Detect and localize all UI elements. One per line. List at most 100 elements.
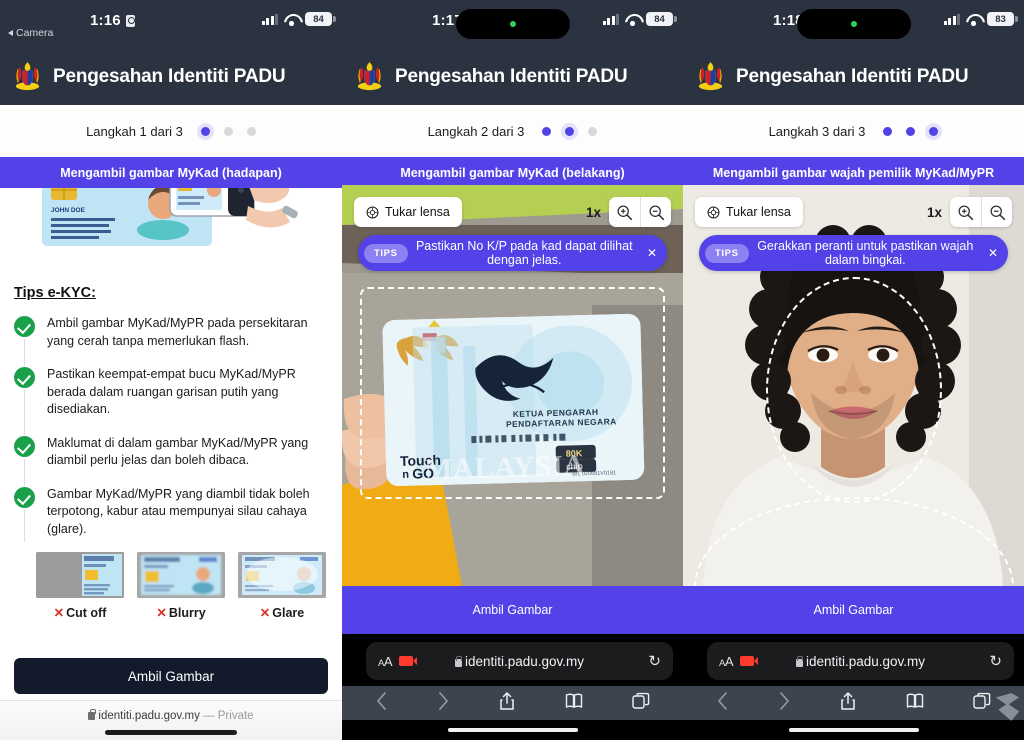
- share-icon[interactable]: [840, 691, 856, 716]
- close-icon[interactable]: ✕: [982, 246, 1004, 260]
- bad-example-blurry: ✕ Blurry: [137, 552, 225, 620]
- tip-item: Gambar MyKad/MyPR yang diambil tidak bol…: [14, 486, 342, 542]
- x-icon: ✕: [156, 606, 167, 620]
- safari-url-row-3: AA identiti.padu.gov.my ↻: [683, 642, 1024, 680]
- dynamic-island-3: [796, 9, 911, 39]
- switch-lens-button-3[interactable]: Tukar lensa: [695, 197, 803, 227]
- watermark-logo-icon: [995, 693, 1020, 721]
- magnifier-plus-icon: [617, 204, 633, 220]
- zoom-button-group-2: [609, 197, 671, 227]
- zoom-out-button-2[interactable]: [640, 197, 671, 227]
- camera-active-dot-icon: [850, 21, 857, 27]
- screen-lock-icon: [125, 15, 135, 27]
- check-circle-icon: [14, 486, 35, 508]
- tips-heading: Tips e-KYC:: [14, 285, 96, 301]
- panel-step-1: Camera 1:16 84 Pengesahan Identiti PADU …: [0, 0, 342, 740]
- step-dot-3: [929, 126, 939, 136]
- mykad-cutoff-image: [36, 552, 124, 598]
- step-dot-3: [246, 126, 256, 136]
- face-guide-oval: [765, 277, 942, 503]
- app-header-1: Pengesahan Identiti PADU: [0, 48, 342, 105]
- step-dot-2: [223, 126, 233, 136]
- check-circle-icon: [14, 435, 35, 457]
- app-title-3: Pengesahan Identiti PADU: [736, 65, 969, 87]
- mykad-blurry-image: [137, 552, 225, 598]
- cellular-bars-icon: [602, 13, 619, 25]
- svg-text:JOHN DOE: JOHN DOE: [51, 207, 86, 214]
- camera-lens-icon: [707, 206, 720, 218]
- check-circle-icon: [14, 316, 35, 337]
- step-dots-3: [883, 126, 939, 136]
- mykad-glare-image: [238, 552, 326, 598]
- card-guide-frame: [360, 287, 665, 499]
- wifi-icon: [284, 14, 299, 26]
- safari-url-row-2: AAAA identiti.padu.gov.my ↻: [342, 642, 683, 680]
- capture-button-2[interactable]: Ambil Gambar: [342, 586, 683, 634]
- bookmarks-icon[interactable]: [565, 692, 583, 715]
- tip-item: Maklumat di dalam gambar MyKad/MyPR yang…: [14, 435, 342, 486]
- switch-lens-label: Tukar lensa: [385, 205, 450, 219]
- safari-chrome-3: AA identiti.padu.gov.my ↻: [683, 634, 1024, 740]
- app-header-2: Pengesahan Identiti PADU: [342, 48, 683, 105]
- tip-text: Pastikan keempat-empat bucu MyKad/MyPR b…: [47, 367, 296, 416]
- tips-message-2: Pastikan No K/P pada kad dapat dilihat d…: [415, 238, 633, 268]
- zoom-out-button-3[interactable]: [981, 197, 1012, 227]
- malaysia-coat-of-arms-icon: [357, 61, 382, 91]
- lock-icon: [88, 709, 96, 720]
- back-to-camera-indicator[interactable]: Camera: [8, 27, 53, 39]
- tip-item: Pastikan keempat-empat bucu MyKad/MyPR b…: [14, 366, 342, 435]
- magnifier-minus-icon: [648, 204, 664, 220]
- app-title-2: Pengesahan Identiti PADU: [395, 65, 628, 87]
- bookmarks-icon[interactable]: [906, 692, 924, 715]
- step-label-2: Langkah 2 dari 3: [427, 123, 525, 139]
- tip-item: Ambil gambar MyKad/MyPR pada persekitara…: [14, 315, 342, 366]
- step-dot-1: [200, 126, 210, 136]
- bad-example-label: ✕ Blurry: [156, 606, 206, 620]
- check-circle-icon: [14, 367, 35, 388]
- band-title-2: Mengambil gambar MyKad (belakang): [342, 157, 683, 188]
- reload-icon[interactable]: ↻: [648, 652, 661, 670]
- tips-message-3: Gerakkan peranti untuk pastikan wajah da…: [757, 238, 974, 268]
- capture-button-3[interactable]: Ambil Gambar: [683, 586, 1024, 634]
- bad-example-label: ✕ Glare: [259, 606, 305, 620]
- capture-button-1[interactable]: Ambil Gambar: [14, 658, 328, 694]
- panel-1-content: MALAYSIA 811113-10-5447 JOHN DOE: [0, 188, 342, 740]
- share-icon[interactable]: [499, 691, 515, 716]
- status-indicators-1: 84: [261, 12, 336, 26]
- zoom-in-button-3[interactable]: [950, 197, 981, 227]
- step-dot-3: [588, 126, 598, 136]
- status-indicators-2: 84: [602, 12, 677, 26]
- tabs-icon[interactable]: [632, 692, 650, 715]
- band-title-3: Mengambil gambar wajah pemilik MyKad/MyP…: [683, 157, 1024, 188]
- switch-lens-button-2[interactable]: Tukar lensa: [354, 197, 462, 227]
- panel-step-2: 1:17 84 Pengesahan Identiti PADU Langkah…: [342, 0, 683, 740]
- home-indicator-3[interactable]: [788, 727, 919, 732]
- bad-example-label: ✕ Cut off: [53, 606, 107, 620]
- back-icon[interactable]: [375, 691, 388, 716]
- home-indicator-1[interactable]: [105, 730, 237, 735]
- forward-icon[interactable]: [437, 691, 450, 716]
- magnifier-minus-icon: [989, 204, 1005, 220]
- zoom-controls-3: 1x: [927, 197, 1012, 227]
- tabs-icon[interactable]: [973, 692, 991, 715]
- camera-controls-2: Tukar lensa 1x: [342, 197, 683, 227]
- camera-lens-icon: [366, 206, 379, 218]
- status-bar-1: Camera 1:16 84: [0, 0, 342, 48]
- status-time-1: 1:16: [90, 12, 135, 29]
- home-indicator-2[interactable]: [447, 727, 578, 732]
- url-label-1[interactable]: identiti.padu.gov.my — Private: [88, 709, 254, 722]
- address-bar-2[interactable]: AAAA identiti.padu.gov.my ↻: [366, 642, 673, 680]
- lock-icon: [795, 655, 804, 667]
- address-bar-3[interactable]: AA identiti.padu.gov.my ↻: [707, 642, 1014, 680]
- back-icon[interactable]: [716, 691, 729, 716]
- close-icon[interactable]: ✕: [641, 246, 663, 260]
- reload-icon[interactable]: ↻: [989, 652, 1002, 670]
- battery-indicator-2: 84: [646, 12, 677, 26]
- safari-toolbar-2: [342, 686, 683, 720]
- app-header-3: Pengesahan Identiti PADU: [683, 48, 1024, 105]
- zoom-in-button-2[interactable]: [609, 197, 640, 227]
- forward-icon[interactable]: [778, 691, 791, 716]
- zoom-level-label-2: 1x: [585, 204, 601, 220]
- safari-toolbar-3: [683, 686, 1024, 720]
- address-bar-url-2: identiti.padu.gov.my: [366, 654, 673, 669]
